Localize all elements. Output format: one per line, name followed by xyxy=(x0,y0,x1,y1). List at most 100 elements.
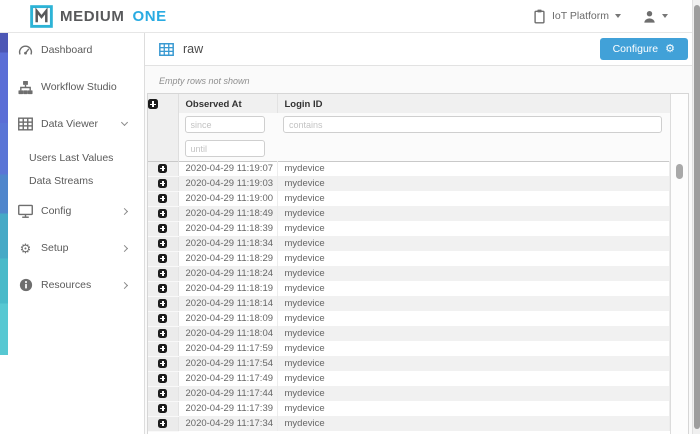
desktop-icon xyxy=(18,203,33,219)
expand-row-button[interactable] xyxy=(158,389,167,398)
table-row: 2020-04-29 11:18:34 mydevice xyxy=(148,236,670,251)
configure-button-label: Configure xyxy=(613,43,659,55)
observed-at-cell: 2020-04-29 11:18:29 xyxy=(178,251,277,266)
expand-row-button[interactable] xyxy=(158,374,167,383)
page-scrollbar[interactable] xyxy=(692,0,700,434)
data-table: Observed At Login ID xyxy=(147,93,689,434)
observed-at-cell: 2020-04-29 11:18:19 xyxy=(178,281,277,296)
page-scrollbar-thumb[interactable] xyxy=(694,5,700,429)
sidebar-subitem-data-streams[interactable]: Data Streams xyxy=(0,169,144,192)
observed-at-cell: 2020-04-29 11:17:49 xyxy=(178,371,277,386)
table-scrollbar-thumb[interactable] xyxy=(676,164,683,179)
expand-all-header xyxy=(148,94,178,161)
expand-row-button[interactable] xyxy=(158,209,167,218)
expand-row-button[interactable] xyxy=(158,224,167,233)
table-row: 2020-04-29 11:19:00 mydevice xyxy=(148,191,670,206)
observed-at-cell: 2020-04-29 11:18:34 xyxy=(178,236,277,251)
gear-icon: ⚙ xyxy=(665,44,675,55)
user-menu[interactable] xyxy=(643,10,668,23)
observed-at-cell: 2020-04-29 11:18:39 xyxy=(178,221,277,236)
sidebar-item-workflow-studio[interactable]: Workflow Studio xyxy=(0,72,144,102)
login-id-cell: mydevice xyxy=(277,251,670,266)
observed-at-cell: 2020-04-29 11:17:44 xyxy=(178,386,277,401)
observed-at-cell: 2020-04-29 11:18:14 xyxy=(178,296,277,311)
expand-cell xyxy=(148,221,178,236)
expand-row-button[interactable] xyxy=(158,254,167,263)
table-row: 2020-04-29 11:18:49 mydevice xyxy=(148,206,670,221)
expand-row-button[interactable] xyxy=(158,284,167,293)
login-id-cell: mydevice xyxy=(277,311,670,326)
expand-cell xyxy=(148,236,178,251)
chevron-right-icon xyxy=(121,244,128,251)
table-row: 2020-04-29 11:17:34 mydevice xyxy=(148,416,670,431)
sidebar-subitem-label: Data Streams xyxy=(29,175,93,187)
expand-cell xyxy=(148,251,178,266)
sidebar-item-data-viewer[interactable]: Data Viewer xyxy=(0,109,144,139)
info-icon xyxy=(18,277,33,293)
column-header-login-id[interactable]: Login ID xyxy=(277,94,670,113)
since-filter-input[interactable] xyxy=(185,116,265,133)
configure-button[interactable]: Configure ⚙ xyxy=(600,38,688,60)
sidebar-item-label: Config xyxy=(41,205,71,217)
sidebar-item-dashboard[interactable]: Dashboard xyxy=(0,35,144,65)
brand-name-accent: ONE xyxy=(132,8,166,25)
sidebar-item-config[interactable]: Config xyxy=(0,196,144,226)
brand-name-primary: MEDIUM xyxy=(60,8,124,25)
login-id-cell: mydevice xyxy=(277,176,670,191)
expand-row-button[interactable] xyxy=(158,179,167,188)
login-id-cell: mydevice xyxy=(277,326,670,341)
platform-menu[interactable]: IoT Platform xyxy=(533,9,621,24)
login-id-cell: mydevice xyxy=(277,281,670,296)
table-row: 2020-04-29 11:18:29 mydevice xyxy=(148,251,670,266)
expand-cell xyxy=(148,281,178,296)
sidebar-accent-strip xyxy=(0,33,8,355)
column-header-observed-at[interactable]: Observed At xyxy=(178,94,277,113)
observed-at-cell: 2020-04-29 11:19:07 xyxy=(178,161,277,176)
table-row: 2020-04-29 11:18:39 mydevice xyxy=(148,221,670,236)
login-id-cell: mydevice xyxy=(277,161,670,176)
until-filter-input[interactable] xyxy=(185,140,265,157)
expand-row-button[interactable] xyxy=(158,164,167,173)
login-id-cell: mydevice xyxy=(277,221,670,236)
sidebar-item-setup[interactable]: ⚙ Setup xyxy=(0,233,144,263)
table-row: 2020-04-29 11:17:54 mydevice xyxy=(148,356,670,371)
login-id-cell: mydevice xyxy=(277,356,670,371)
table-scrollbar[interactable] xyxy=(670,94,688,434)
expand-row-button[interactable] xyxy=(158,314,167,323)
expand-row-button[interactable] xyxy=(158,344,167,353)
expand-row-button[interactable] xyxy=(158,359,167,368)
expand-row-button[interactable] xyxy=(158,329,167,338)
expand-row-button[interactable] xyxy=(158,239,167,248)
observed-at-cell: 2020-04-29 11:19:00 xyxy=(178,191,277,206)
empty-rows-note: Empty rows not shown xyxy=(159,76,700,86)
sidebar-item-label: Setup xyxy=(41,242,68,254)
page-titlebar: raw Configure ⚙ xyxy=(145,33,700,66)
login-id-cell: mydevice xyxy=(277,266,670,281)
observed-at-cell: 2020-04-29 11:18:49 xyxy=(178,206,277,221)
expand-cell xyxy=(148,266,178,281)
sidebar-item-resources[interactable]: Resources xyxy=(0,270,144,300)
expand-cell xyxy=(148,386,178,401)
table-row: 2020-04-29 11:17:59 mydevice xyxy=(148,341,670,356)
expand-cell xyxy=(148,191,178,206)
observed-at-cell: 2020-04-29 11:17:39 xyxy=(178,401,277,416)
observed-at-cell: 2020-04-29 11:18:04 xyxy=(178,326,277,341)
contains-filter-input[interactable] xyxy=(283,116,662,133)
expand-cell xyxy=(148,356,178,371)
expand-row-button[interactable] xyxy=(158,404,167,413)
expand-row-button[interactable] xyxy=(158,194,167,203)
filter-cell-until xyxy=(178,137,277,161)
brand-logo[interactable]: MEDIUM ONE xyxy=(30,5,167,28)
expand-all-button[interactable] xyxy=(148,99,158,109)
expand-cell xyxy=(148,326,178,341)
expand-row-button[interactable] xyxy=(158,299,167,308)
table-row: 2020-04-29 11:17:44 mydevice xyxy=(148,386,670,401)
brand-m-icon xyxy=(30,5,53,28)
sidebar-subitem-users-last-values[interactable]: Users Last Values xyxy=(0,146,144,169)
expand-cell xyxy=(148,161,178,176)
expand-row-button[interactable] xyxy=(158,269,167,278)
table-row: 2020-04-29 11:17:39 mydevice xyxy=(148,401,670,416)
expand-row-button[interactable] xyxy=(158,419,167,428)
filter-cell-since xyxy=(178,113,277,137)
observed-at-cell: 2020-04-29 11:18:09 xyxy=(178,311,277,326)
